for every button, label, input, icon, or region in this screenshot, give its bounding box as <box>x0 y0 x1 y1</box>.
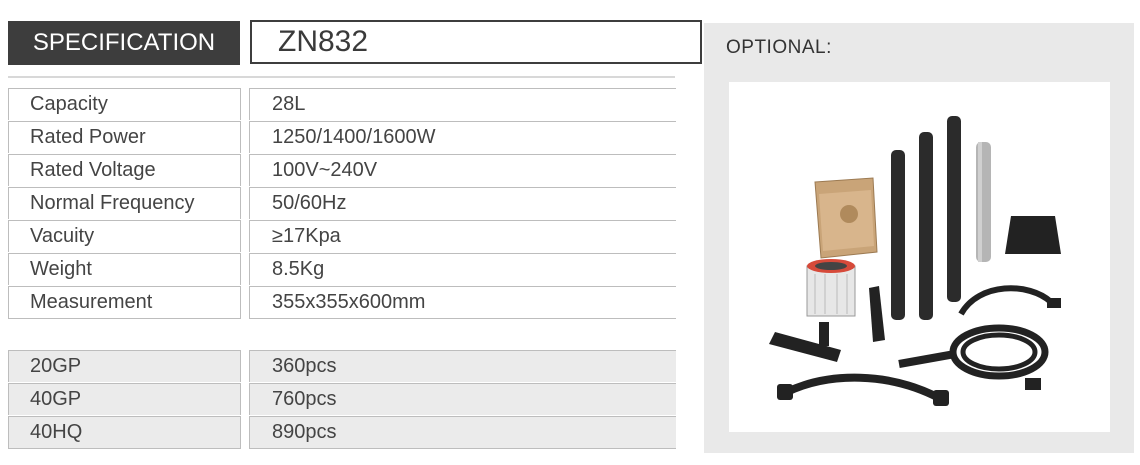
spec-label-weight: Weight <box>8 253 241 285</box>
shipping-table: 20GP 360pcs 40GP 760pcs 40HQ 890pcs <box>8 350 676 449</box>
filter-icon <box>806 259 856 317</box>
table-row: Rated Power 1250/1400/1600W <box>8 121 676 154</box>
container-value-40gp: 760pcs <box>249 383 676 415</box>
nozzle-icon <box>1005 216 1061 254</box>
spec-value-rated-voltage: 100V~240V <box>249 154 676 186</box>
container-value-40hq: 890pcs <box>249 416 676 449</box>
table-row: 20GP 360pcs <box>8 350 676 383</box>
table-row: Measurement 355x355x600mm <box>8 286 676 319</box>
spec-value-weight: 8.5Kg <box>249 253 676 285</box>
spec-label-vacuity: Vacuity <box>8 220 241 252</box>
spec-value-capacity: 28L <box>249 88 676 120</box>
floor-brush-icon <box>769 322 841 362</box>
small-hose-icon <box>958 285 1061 316</box>
container-label-20gp: 20GP <box>8 350 241 382</box>
table-row: 40HQ 890pcs <box>8 416 676 449</box>
specification-label: SPECIFICATION <box>8 21 240 65</box>
spec-value-rated-power: 1250/1400/1600W <box>249 121 676 153</box>
spec-value-frequency: 50/60Hz <box>249 187 676 219</box>
main-hose-icon <box>898 324 1049 390</box>
extension-tube-icon <box>891 116 961 320</box>
spec-label-capacity: Capacity <box>8 88 241 120</box>
accessories-image <box>729 82 1110 432</box>
metal-tube-icon <box>976 142 991 262</box>
spec-label-rated-power: Rated Power <box>8 121 241 153</box>
dust-bag-icon <box>814 177 878 259</box>
spec-value-vacuity: ≥17Kpa <box>249 220 676 252</box>
table-row: Capacity 28L <box>8 88 676 121</box>
container-label-40gp: 40GP <box>8 383 241 415</box>
table-row: Rated Voltage 100V~240V <box>8 154 676 187</box>
container-value-20gp: 360pcs <box>249 350 676 382</box>
spec-value-measurement: 355x355x600mm <box>249 286 676 319</box>
spec-table: Capacity 28L Rated Power 1250/1400/1600W… <box>8 88 676 319</box>
spec-label-measurement: Measurement <box>8 286 241 319</box>
table-row: Vacuity ≥17Kpa <box>8 220 676 253</box>
optional-label: OPTIONAL: <box>726 37 832 58</box>
spec-label-rated-voltage: Rated Voltage <box>8 154 241 186</box>
curved-hose-icon <box>777 373 949 406</box>
table-row: Normal Frequency 50/60Hz <box>8 187 676 220</box>
spec-label-frequency: Normal Frequency <box>8 187 241 219</box>
crevice-tool-icon <box>869 286 885 342</box>
table-row: Weight 8.5Kg <box>8 253 676 286</box>
container-label-40hq: 40HQ <box>8 416 241 449</box>
optional-panel: OPTIONAL: <box>704 23 1134 453</box>
model-number: ZN832 <box>250 20 702 64</box>
divider <box>8 76 675 78</box>
table-row: 40GP 760pcs <box>8 383 676 416</box>
